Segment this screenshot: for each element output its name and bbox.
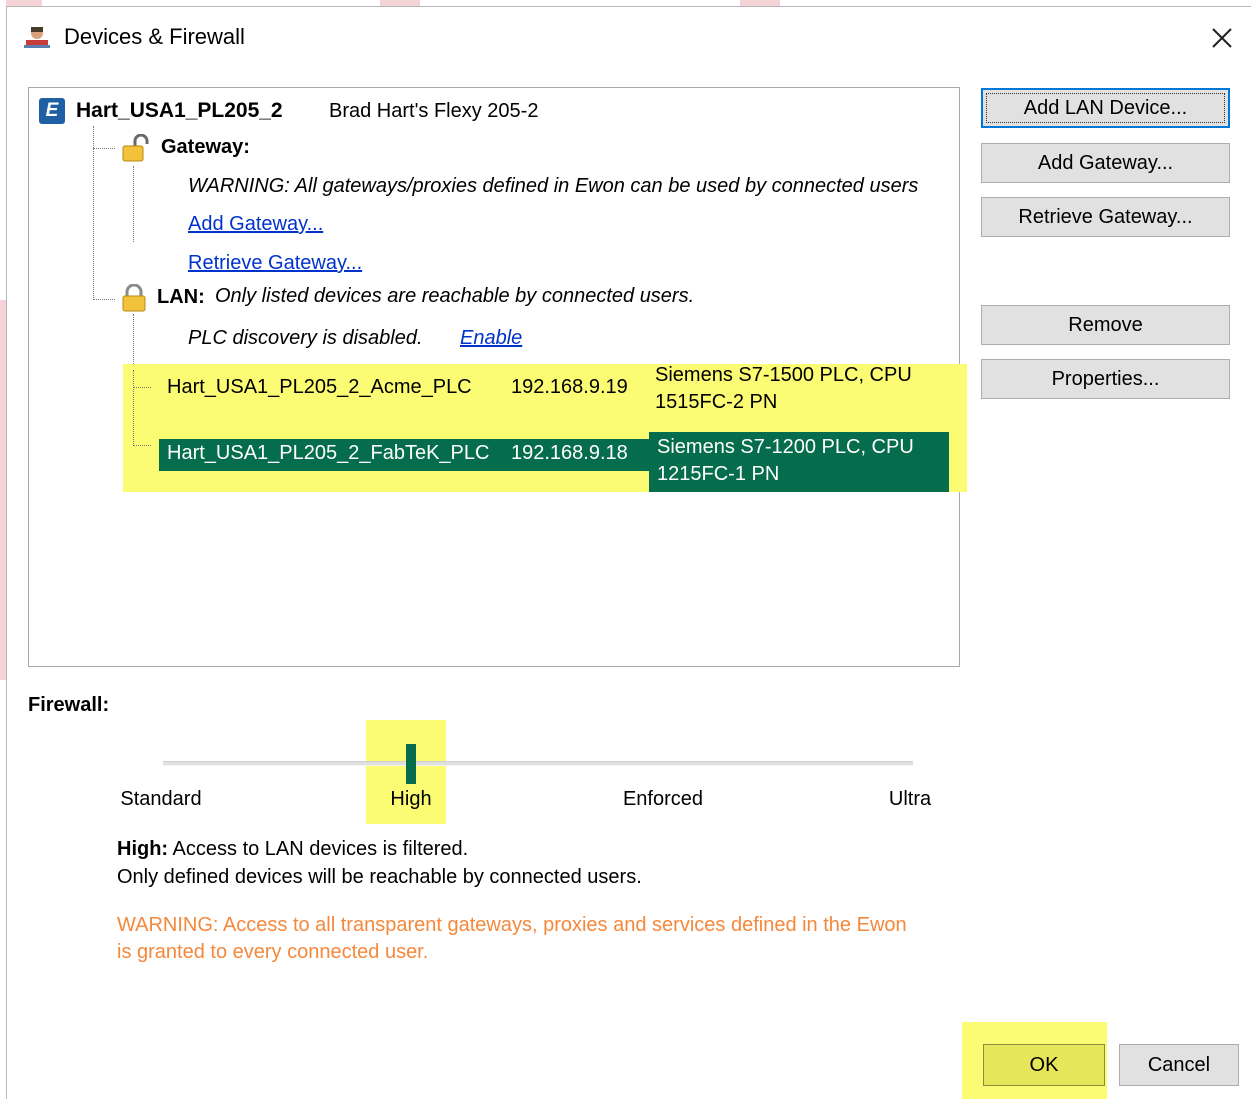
retrieve-gateway-link[interactable]: Retrieve Gateway... bbox=[188, 252, 362, 275]
plc-discovery-status: PLC discovery is disabled. bbox=[188, 327, 423, 349]
tree-connector bbox=[93, 299, 115, 300]
close-button[interactable] bbox=[1200, 18, 1244, 58]
lan-device-ip: 192.168.9.19 bbox=[511, 376, 628, 398]
firewall-level-ultra[interactable]: Ultra bbox=[889, 788, 931, 811]
firewall-slider-track[interactable] bbox=[163, 761, 913, 766]
firewall-warning: WARNING: Access to all transparent gatew… bbox=[117, 912, 967, 966]
tree-connector bbox=[93, 148, 115, 149]
window-title: Devices & Firewall bbox=[64, 24, 245, 49]
add-lan-device-button[interactable]: Add LAN Device... bbox=[981, 88, 1230, 128]
device-tree-panel[interactable]: E Hart_USA1_PL205_2 Brad Hart's Flexy 20… bbox=[28, 87, 967, 667]
properties-label: Properties... bbox=[1051, 367, 1160, 390]
lan-note: Only listed devices are reachable by con… bbox=[215, 285, 695, 307]
properties-button[interactable]: Properties... bbox=[981, 359, 1230, 399]
selection-highlight: Siemens S7-1200 PLC, CPU 1215FC-1 PN bbox=[649, 432, 949, 492]
add-gateway-button[interactable]: Add Gateway... bbox=[981, 143, 1230, 183]
cancel-button[interactable]: Cancel bbox=[1119, 1044, 1239, 1086]
tree-connector bbox=[133, 370, 134, 446]
gateway-label[interactable]: Gateway: bbox=[161, 136, 250, 159]
firewall-level-standard[interactable]: Standard bbox=[120, 788, 201, 811]
selection-highlight: Hart_USA1_PL205_2_FabTeK_PLC bbox=[159, 439, 517, 471]
firewall-warning-line1: WARNING: Access to all transparent gatew… bbox=[117, 914, 907, 936]
add-lan-device-label: Add LAN Device... bbox=[1023, 96, 1188, 119]
user-network-icon bbox=[24, 26, 50, 48]
tree-connector bbox=[133, 166, 134, 242]
firewall-description-level: High: bbox=[117, 838, 169, 860]
firewall-slider-thumb[interactable] bbox=[406, 744, 416, 784]
device-name[interactable]: Hart_USA1_PL205_2 bbox=[76, 99, 283, 123]
lan-device-name: Hart_USA1_PL205_2_Acme_PLC bbox=[167, 376, 472, 398]
firewall-warning-line2: is granted to every connected user. bbox=[117, 941, 429, 963]
enable-discovery-link[interactable]: Enable bbox=[460, 327, 522, 350]
ok-button[interactable]: OK bbox=[983, 1044, 1105, 1086]
lan-device-row[interactable]: Hart_USA1_PL205_2_Acme_PLC 192.168.9.19 … bbox=[159, 364, 949, 414]
gateway-warning: WARNING: All gateways/proxies defined in… bbox=[188, 175, 919, 197]
close-icon bbox=[1212, 28, 1232, 48]
tree-connector bbox=[133, 445, 151, 446]
firewall-description: High: Access to LAN devices is filtered. bbox=[117, 838, 468, 861]
lan-device-type-line1: Siemens S7-1200 PLC, CPU bbox=[657, 436, 914, 458]
lan-device-type-line2: 1215FC-1 PN bbox=[657, 463, 780, 485]
retrieve-gateway-label: Retrieve Gateway... bbox=[1018, 205, 1193, 228]
retrieve-gateway-button[interactable]: Retrieve Gateway... bbox=[981, 197, 1230, 237]
cancel-label: Cancel bbox=[1147, 1053, 1211, 1076]
add-gateway-link[interactable]: Add Gateway... bbox=[188, 213, 323, 236]
padlock-icon bbox=[121, 283, 147, 318]
lan-device-type-line2: 1515FC-2 PN bbox=[655, 391, 778, 413]
ok-label: OK bbox=[1029, 1053, 1059, 1076]
add-gateway-label: Add Gateway... bbox=[1037, 151, 1174, 174]
lan-device-ip: 192.168.9.18 bbox=[511, 442, 628, 464]
remove-button[interactable]: Remove bbox=[981, 305, 1230, 345]
device-description: Brad Hart's Flexy 205-2 bbox=[329, 100, 539, 122]
firewall-description-line2: Only defined devices will be reachable b… bbox=[117, 866, 642, 888]
unlocked-padlock-icon bbox=[121, 133, 155, 168]
lan-device-name: Hart_USA1_PL205_2_FabTeK_PLC bbox=[167, 442, 490, 464]
firewall-description-text: Access to LAN devices is filtered. bbox=[172, 838, 469, 860]
tree-connector bbox=[133, 387, 151, 388]
lan-device-type-line1: Siemens S7-1500 PLC, CPU bbox=[655, 364, 912, 386]
ewon-e-icon: E bbox=[39, 98, 65, 124]
selection-highlight: 192.168.9.18 bbox=[511, 439, 649, 471]
title-bar: Devices & Firewall bbox=[0, 0, 1251, 70]
remove-label: Remove bbox=[1068, 313, 1143, 336]
firewall-title: Firewall: bbox=[28, 694, 110, 716]
firewall-level-high[interactable]: High bbox=[390, 788, 431, 811]
lan-label[interactable]: LAN: bbox=[157, 286, 205, 309]
tree-connector bbox=[93, 126, 94, 300]
lan-device-row-selected[interactable]: Hart_USA1_PL205_2_FabTeK_PLC 192.168.9.1… bbox=[159, 432, 949, 492]
firewall-level-enforced[interactable]: Enforced bbox=[623, 788, 703, 811]
